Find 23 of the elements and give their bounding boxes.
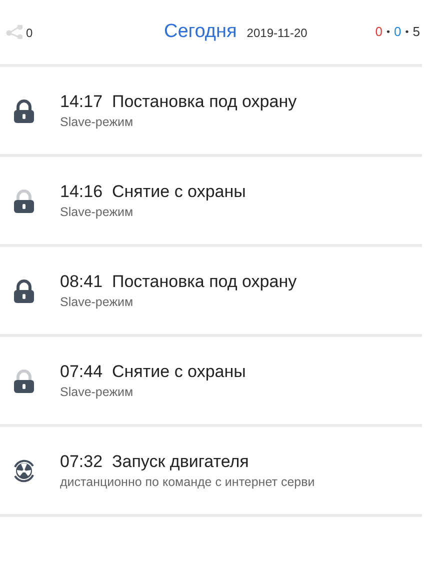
event-counter: 0 bbox=[394, 23, 402, 42]
event-subtitle: Slave-режим bbox=[60, 204, 134, 220]
event-subtitle: Slave-режим bbox=[60, 384, 134, 400]
padlock-icon bbox=[13, 98, 35, 122]
share-count: 0 bbox=[26, 27, 33, 39]
event-subtitle: Slave-режим bbox=[60, 114, 134, 130]
day-title: Сегодня bbox=[164, 20, 237, 44]
event-title: 08:41 Постановка под охрану bbox=[60, 270, 297, 292]
event-counter: 5 bbox=[412, 23, 420, 42]
event-title: 14:16 Снятие с охраны bbox=[60, 180, 246, 202]
open-padlock-icon bbox=[13, 368, 35, 392]
event-subtitle: Slave-режим bbox=[60, 294, 134, 310]
event-title: 07:32 Запуск двигателя bbox=[60, 450, 250, 472]
dot-separator: • bbox=[386, 26, 390, 40]
padlock-icon bbox=[13, 278, 35, 302]
share-icon[interactable] bbox=[6, 25, 24, 39]
event-subtitle: дистанционно по команде с интернет серви bbox=[60, 474, 315, 490]
open-padlock-icon bbox=[13, 188, 35, 212]
event-counter: 0 bbox=[375, 23, 382, 42]
event-title: 07:44 Снятие с охраны bbox=[60, 360, 246, 382]
dot-separator: • bbox=[405, 26, 409, 40]
date-label: 2019-11-20 bbox=[246, 24, 308, 42]
event-title: 14:17 Постановка под охрану bbox=[60, 90, 297, 112]
